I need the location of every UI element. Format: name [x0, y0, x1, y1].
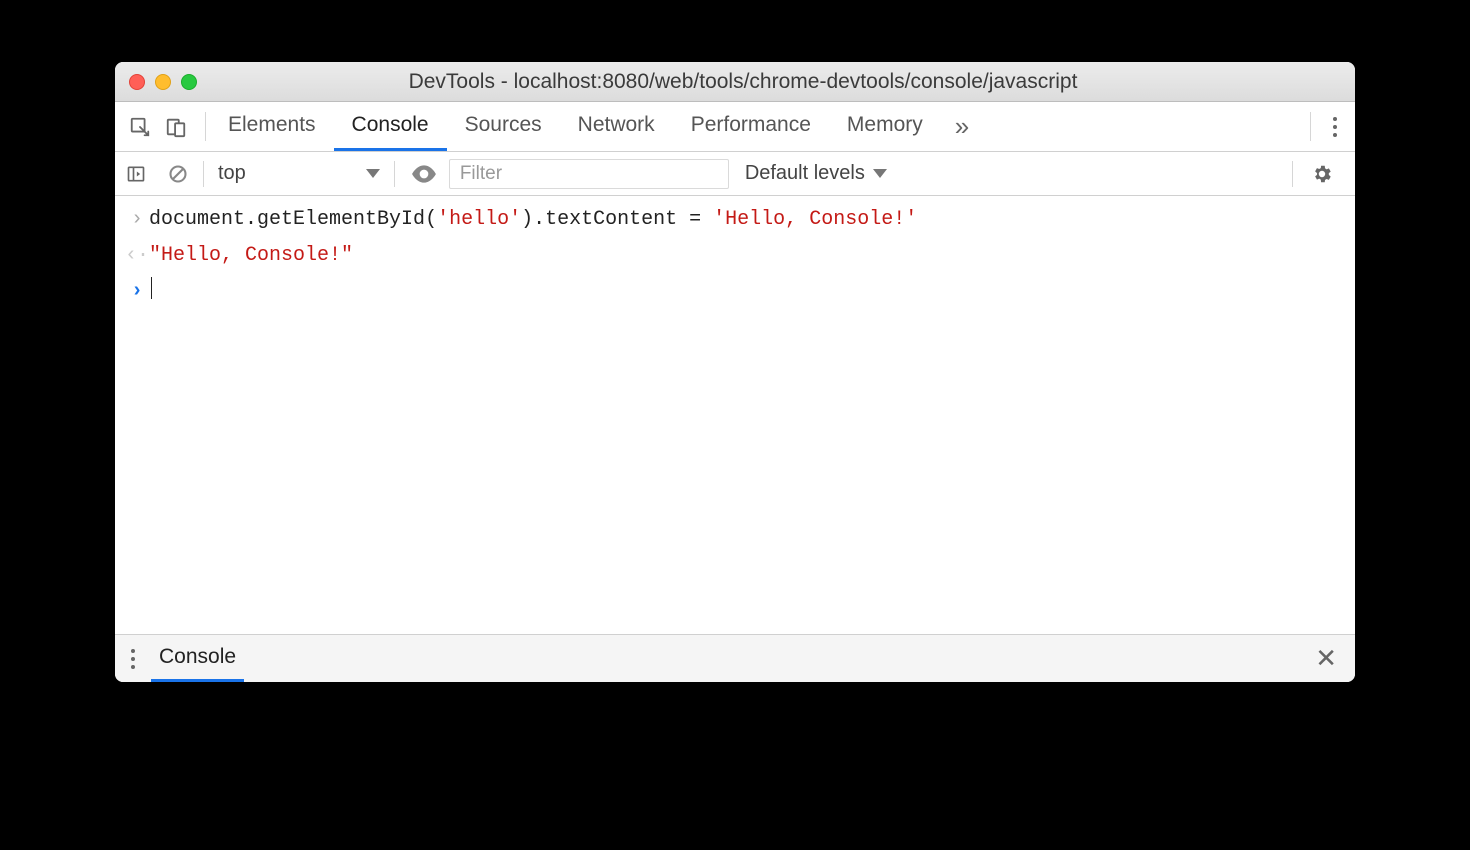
- tab-label: Performance: [691, 113, 811, 137]
- console-settings-icon[interactable]: [1297, 163, 1347, 185]
- close-window-button[interactable]: [129, 74, 145, 90]
- execution-context-select[interactable]: top: [208, 162, 390, 185]
- tab-label: Memory: [847, 113, 923, 137]
- tab-elements[interactable]: Elements: [210, 102, 334, 151]
- close-drawer-icon[interactable]: ✕: [1297, 643, 1355, 674]
- console-output[interactable]: › document.getElementById('hello').textC…: [115, 196, 1355, 634]
- chevron-down-icon: [873, 169, 887, 178]
- input-marker-icon: ›: [125, 204, 149, 236]
- filter-input-wrapper: [449, 159, 729, 189]
- devtools-window: DevTools - localhost:8080/web/tools/chro…: [115, 62, 1355, 682]
- zoom-window-button[interactable]: [181, 74, 197, 90]
- levels-label: Default levels: [745, 162, 865, 185]
- divider: [394, 161, 395, 187]
- inspect-element-icon[interactable]: [129, 116, 151, 138]
- overflow-glyph: »: [955, 111, 969, 142]
- window-title: DevTools - localhost:8080/web/tools/chro…: [215, 70, 1341, 94]
- live-expression-icon[interactable]: [399, 164, 449, 184]
- console-prompt-input[interactable]: [149, 276, 152, 308]
- divider: [1310, 112, 1311, 141]
- context-label: top: [218, 162, 246, 185]
- tab-label: Console: [352, 113, 429, 137]
- clear-console-icon[interactable]: [157, 152, 199, 196]
- tab-console[interactable]: Console: [334, 102, 447, 151]
- divider: [205, 112, 206, 141]
- tab-label: Sources: [465, 113, 542, 137]
- divider: [203, 161, 204, 187]
- titlebar: DevTools - localhost:8080/web/tools/chro…: [115, 62, 1355, 102]
- toggle-sidebar-icon[interactable]: [115, 152, 157, 196]
- drawer-tab-console[interactable]: Console: [151, 635, 244, 682]
- panel-tabs: Elements Console Sources Network Perform…: [115, 102, 1355, 152]
- tab-sources[interactable]: Sources: [447, 102, 560, 151]
- divider: [1292, 161, 1293, 187]
- console-output-line: ‹· "Hello, Console!": [115, 238, 1355, 274]
- output-marker-icon: ‹·: [125, 240, 149, 272]
- log-levels-select[interactable]: Default levels: [729, 162, 903, 185]
- console-toolbar: top Default levels: [115, 152, 1355, 196]
- tab-memory[interactable]: Memory: [829, 102, 941, 151]
- minimize-window-button[interactable]: [155, 74, 171, 90]
- traffic-lights: [129, 74, 197, 90]
- drawer: Console ✕: [115, 634, 1355, 682]
- console-prompt-line[interactable]: ›: [115, 274, 1355, 310]
- tab-performance[interactable]: Performance: [673, 102, 829, 151]
- tab-label: Elements: [228, 113, 316, 137]
- tabs-overflow-button[interactable]: »: [941, 102, 983, 151]
- prompt-marker-icon: ›: [125, 276, 149, 308]
- customize-devtools-button[interactable]: [1315, 102, 1355, 151]
- tab-network[interactable]: Network: [560, 102, 673, 151]
- drawer-menu-button[interactable]: [115, 649, 151, 669]
- console-result: "Hello, Console!": [149, 240, 353, 272]
- console-code: document.getElementById('hello').textCon…: [149, 204, 917, 236]
- filter-input[interactable]: [460, 163, 718, 185]
- tab-label: Network: [578, 113, 655, 137]
- drawer-tab-label: Console: [159, 645, 236, 669]
- device-toolbar-icon[interactable]: [165, 116, 187, 138]
- chevron-down-icon: [366, 169, 380, 178]
- console-input-line: › document.getElementById('hello').textC…: [115, 202, 1355, 238]
